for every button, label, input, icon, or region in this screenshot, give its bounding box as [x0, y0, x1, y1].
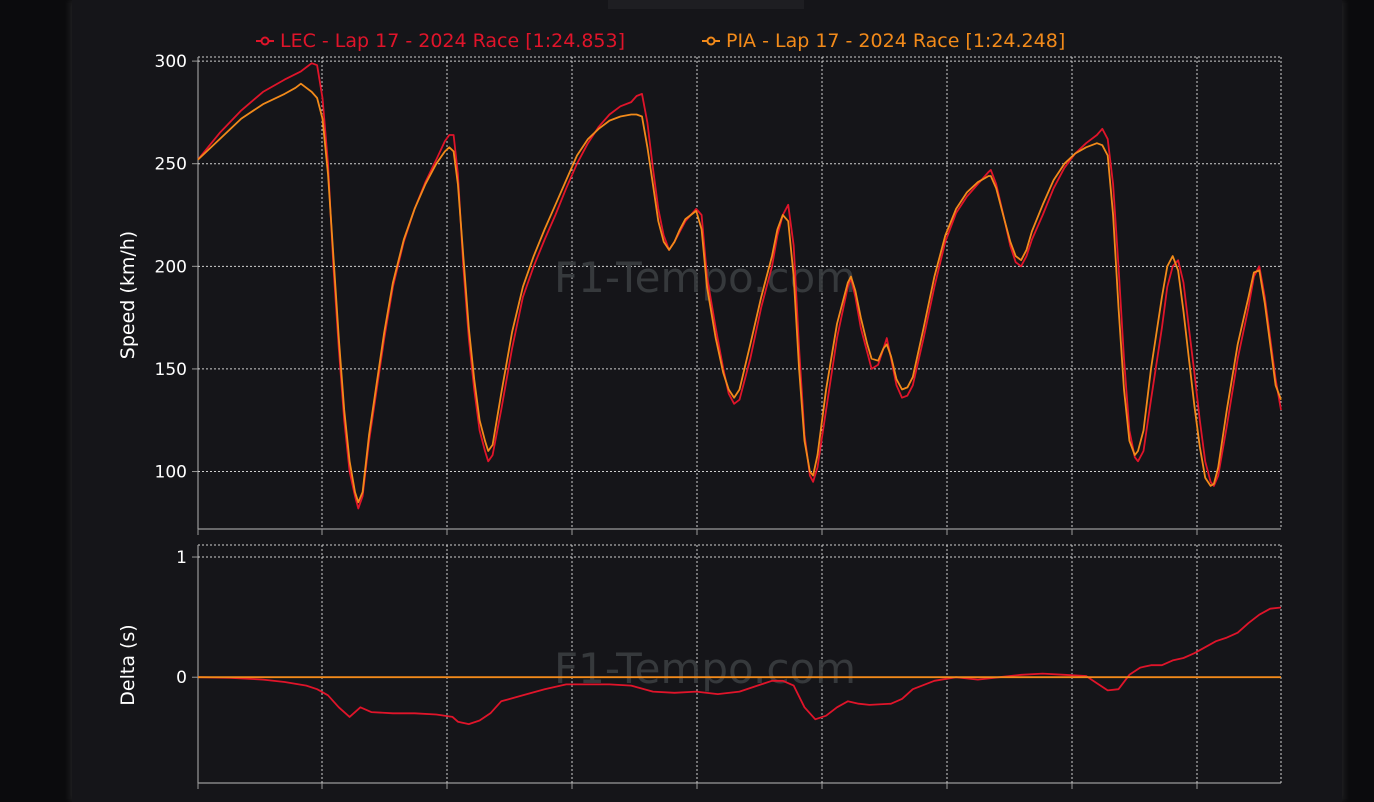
speed-ytick-label-150: 150	[155, 360, 187, 380]
watermark-delta: F1-Tempo.com	[554, 644, 856, 693]
delta-axis-title: Delta (s)	[117, 624, 139, 705]
speed-ytick-label-250: 250	[155, 155, 187, 175]
speed-y-ticks: 100 150 200 250 300	[155, 52, 187, 482]
legend-pia-label: PIA - Lap 17 - 2024 Race [1:24.248]	[726, 30, 1065, 52]
legend-item-pia[interactable]: PIA - Lap 17 - 2024 Race [1:24.248]	[702, 30, 1065, 52]
legend-item-lec[interactable]: LEC - Lap 17 - 2024 Race [1:24.853]	[256, 30, 625, 52]
delta-ytick-label-0: 0	[176, 668, 187, 688]
speed-ytick-label-300: 300	[155, 52, 187, 72]
legend[interactable]: LEC - Lap 17 - 2024 Race [1:24.853] PIA …	[256, 30, 1065, 52]
legend-pia-marker-icon	[706, 36, 716, 46]
delta-ytick-label-1: 1	[176, 548, 187, 568]
delta-y-ticks: 01	[176, 548, 187, 688]
legend-lec-marker-icon	[260, 36, 270, 46]
speed-axis-title: Speed (km/h)	[117, 231, 139, 359]
top-tab-fragment	[608, 0, 804, 9]
speed-ytick-label-100: 100	[155, 463, 187, 483]
legend-lec-label: LEC - Lap 17 - 2024 Race [1:24.853]	[280, 30, 625, 52]
chart-svg: F1-Tempo.com F1-Tempo.com 10015020025030…	[117, 0, 1282, 789]
speed-ytick-label-200: 200	[155, 257, 187, 277]
